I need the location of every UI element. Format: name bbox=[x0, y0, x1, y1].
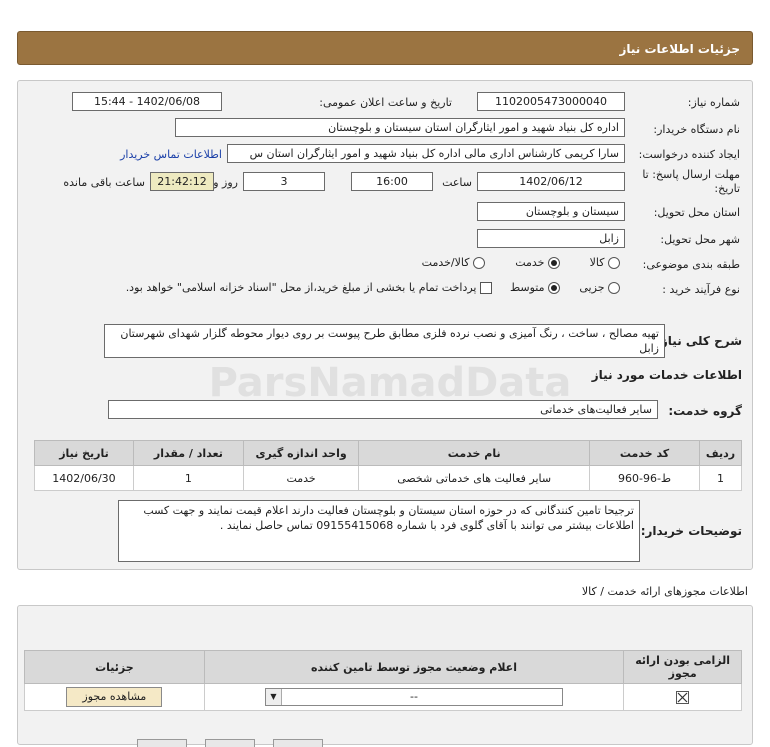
deadline-label: مهلت ارسال پاسخ: تا bbox=[642, 168, 740, 181]
deadline-time-field[interactable]: 16:00 bbox=[351, 172, 433, 191]
radio-icon[interactable] bbox=[608, 282, 620, 294]
col-permit-required: الزامی بودن ارائه مجوز bbox=[623, 650, 742, 684]
cell-need-date: 1402/06/30 bbox=[34, 465, 134, 491]
permits-section-title: اطلاعات مجوزهای ارائه خدمت / کالا bbox=[581, 585, 748, 598]
requester-label: ایجاد کننده درخواست: bbox=[638, 148, 740, 161]
page-title: جزئیات اطلاعات نیاز bbox=[619, 42, 740, 56]
permits-table-header: الزامی بودن ارائه مجوز اعلام وضعیت مجوز … bbox=[24, 650, 742, 684]
cell-row: 1 bbox=[699, 465, 742, 491]
deadline-date-field[interactable]: 1402/06/12 bbox=[477, 172, 625, 191]
purchase-option-minor[interactable]: جزیی bbox=[579, 281, 620, 294]
chevron-down-icon[interactable]: ▼ bbox=[266, 689, 282, 705]
category-option-goods-service[interactable]: کالا/خدمت bbox=[422, 256, 485, 269]
deadline-time-label: ساعت bbox=[442, 176, 472, 189]
need-number-label: شماره نیاز: bbox=[687, 96, 740, 109]
city-label: شهر محل تحویل: bbox=[660, 233, 740, 246]
radio-selected-icon[interactable] bbox=[548, 282, 560, 294]
treasury-option[interactable]: پرداخت تمام یا بخشی از مبلغ خرید،از محل … bbox=[126, 281, 492, 294]
province-label: استان محل تحویل: bbox=[653, 206, 740, 219]
radio-selected-icon[interactable] bbox=[548, 257, 560, 269]
bottom-button-3[interactable] bbox=[273, 739, 323, 747]
category-label: طبقه بندی موضوعی: bbox=[642, 258, 740, 271]
category-option-service[interactable]: خدمت bbox=[515, 256, 560, 269]
announce-label: تاریخ و ساعت اعلان عمومی: bbox=[319, 96, 452, 109]
checked-box-icon bbox=[676, 690, 690, 704]
description-label: شرح کلی نیاز: bbox=[656, 334, 742, 348]
services-table: ردیف کد خدمت نام خدمت واحد اندازه گیری ت… bbox=[34, 440, 742, 491]
service-group-field[interactable]: سایر فعالیت‌های خدماتی bbox=[108, 400, 658, 419]
table-row: -- ▼ مشاهده مجوز bbox=[24, 683, 742, 711]
cell-unit: خدمت bbox=[242, 465, 360, 491]
buyer-contact-link[interactable]: اطلاعات تماس خریدار bbox=[120, 148, 222, 161]
table-row: 1 ط-96-960 سایر فعالیت های خدماتی شخصی خ… bbox=[34, 465, 742, 491]
col-permit-details: جزئیات bbox=[24, 650, 205, 684]
days-label: روز و bbox=[213, 176, 238, 189]
col-quantity: تعداد / مقدار bbox=[132, 440, 244, 466]
col-permit-status: اعلام وضعیت مجوز توسط تامین کننده bbox=[203, 650, 625, 684]
col-row: ردیف bbox=[699, 440, 742, 466]
radio-icon[interactable] bbox=[473, 257, 485, 269]
city-field[interactable]: زابل bbox=[477, 229, 625, 248]
remaining-label: ساعت باقی مانده bbox=[63, 176, 145, 189]
services-table-header: ردیف کد خدمت نام خدمت واحد اندازه گیری ت… bbox=[34, 440, 742, 466]
permit-status-value: -- bbox=[410, 690, 418, 703]
cell-service-name: سایر فعالیت های خدماتی شخصی bbox=[358, 465, 591, 491]
cell-quantity: 1 bbox=[132, 465, 244, 491]
view-permit-button[interactable]: مشاهده مجوز bbox=[66, 687, 163, 707]
bottom-button-2[interactable] bbox=[205, 739, 255, 747]
purchase-option-medium[interactable]: متوسط bbox=[510, 281, 560, 294]
buyer-notes-field[interactable]: ترجیحا تامین کنندگانی که در حوزه استان س… bbox=[118, 500, 640, 562]
checkbox-icon[interactable] bbox=[480, 282, 492, 294]
cell-permit-status: -- ▼ bbox=[203, 683, 625, 711]
col-service-code: کد خدمت bbox=[589, 440, 700, 466]
need-number-field[interactable]: 1102005473000040 bbox=[477, 92, 625, 111]
days-field[interactable]: 3 bbox=[243, 172, 325, 191]
cell-permit-details: مشاهده مجوز bbox=[24, 683, 205, 711]
radio-icon[interactable] bbox=[608, 257, 620, 269]
services-section-title: اطلاعات خدمات مورد نیاز bbox=[591, 368, 742, 382]
buyer-notes-label: توضیحات خریدار: bbox=[640, 524, 742, 538]
remaining-time-field: 21:42:12 bbox=[150, 172, 214, 191]
col-service-name: نام خدمت bbox=[358, 440, 591, 466]
permit-status-select[interactable]: -- ▼ bbox=[265, 688, 563, 706]
permits-table: الزامی بودن ارائه مجوز اعلام وضعیت مجوز … bbox=[24, 650, 742, 711]
province-field[interactable]: سیستان و بلوچستان bbox=[477, 202, 625, 221]
deadline-date-label: تاریخ: bbox=[714, 182, 740, 195]
description-field[interactable]: تهیه مصالح ، ساخت ، رنگ آمیزی و نصب نرده… bbox=[104, 324, 665, 358]
cell-service-code: ط-96-960 bbox=[589, 465, 700, 491]
col-need-date: تاریخ نیاز bbox=[34, 440, 134, 466]
requester-field[interactable]: سارا کریمی کارشناس اداری مالی اداره کل ب… bbox=[227, 144, 625, 163]
col-unit: واحد اندازه گیری bbox=[242, 440, 360, 466]
page-header: جزئیات اطلاعات نیاز bbox=[17, 31, 753, 65]
buyer-field[interactable]: اداره کل بنیاد شهید و امور ایثارگران است… bbox=[175, 118, 625, 137]
category-option-goods[interactable]: کالا bbox=[590, 256, 620, 269]
announce-datetime-field[interactable]: 1402/06/08 - 15:44 bbox=[72, 92, 222, 111]
bottom-button-1[interactable] bbox=[137, 739, 187, 747]
purchase-type-label: نوع فرآیند خرید : bbox=[662, 283, 740, 296]
cell-permit-required bbox=[623, 683, 742, 711]
buyer-label: نام دستگاه خریدار: bbox=[653, 123, 740, 136]
service-group-label: گروه خدمت: bbox=[668, 404, 742, 418]
